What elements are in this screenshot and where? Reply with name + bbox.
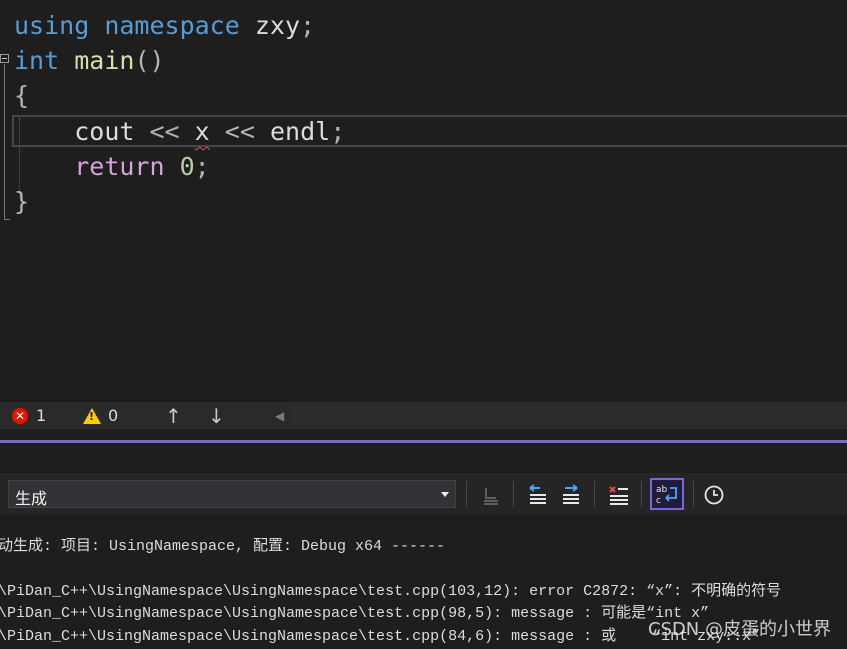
warning-indicator[interactable]: ! 0: [83, 402, 118, 429]
goto-error-icon: [484, 488, 498, 505]
keyword-return: return: [74, 152, 165, 181]
keyword-namespace: namespace: [104, 11, 240, 40]
toolbar-separator: [513, 481, 514, 507]
output-line[interactable]: \PiDan_C++\UsingNamespace\UsingNamespace…: [0, 627, 760, 647]
error-indicator[interactable]: ✕ 1: [12, 402, 46, 429]
semicolon: ;: [194, 152, 210, 181]
semicolon: ;: [300, 11, 316, 40]
fold-guide: [4, 64, 5, 220]
output-pane-header: [0, 443, 847, 473]
clear-all-button[interactable]: [604, 480, 634, 510]
previous-issue-button[interactable]: ↑: [165, 402, 182, 429]
toolbar-separator: [594, 481, 595, 507]
operator-shift: <<: [149, 117, 180, 146]
function-main: main: [74, 46, 135, 75]
scroll-left-button[interactable]: ◀: [275, 402, 284, 429]
output-toolbar: 生成 ab c: [0, 473, 847, 515]
error-icon: ✕: [12, 407, 28, 424]
code-line-1[interactable]: using namespace zxy;: [14, 8, 315, 43]
output-text-area[interactable]: 动生成: 项目: UsingNamespace, 配置: Debug x64 -…: [0, 515, 847, 649]
toolbar-separator: [641, 481, 642, 507]
prev-message-icon: [529, 484, 546, 504]
identifier-endl: endl: [269, 117, 331, 146]
scroll-left-icon: ◀: [275, 408, 285, 423]
arrow-down-icon: ↓: [208, 403, 225, 428]
keyword-int: int: [14, 46, 60, 75]
output-line[interactable]: \PiDan_C++\UsingNamespace\UsingNamespace…: [0, 582, 781, 602]
fold-guide-end: [4, 219, 10, 220]
code-editor[interactable]: using namespace zxy; int main() { cout <…: [0, 0, 847, 402]
clear-all-icon: [609, 486, 628, 505]
code-line-4[interactable]: cout << x << endl;: [14, 114, 345, 149]
previous-message-button[interactable]: [523, 480, 553, 510]
identifier-cout: cout: [74, 117, 135, 146]
toolbar-separator: [466, 481, 467, 507]
code-line-5[interactable]: return 0;: [14, 149, 210, 184]
output-source-select[interactable]: 生成: [8, 480, 456, 508]
goto-error-button[interactable]: [476, 480, 506, 510]
code-line-3[interactable]: {: [14, 78, 29, 113]
operator-shift: <<: [224, 117, 255, 146]
namespace-name: zxy: [254, 11, 301, 40]
output-line: 动生成: 项目: UsingNamespace, 配置: Debug x64 -…: [0, 538, 446, 555]
brace-close: }: [14, 187, 30, 216]
horizontal-scrollbar[interactable]: [290, 407, 847, 424]
editor-status-bar: ✕ 1 ! 0 ↑ ↓ ◀: [0, 402, 847, 429]
semicolon: ;: [330, 117, 346, 146]
number-literal: 0: [179, 152, 195, 181]
next-message-icon: [563, 484, 579, 504]
word-wrap-icon: ab c: [656, 485, 677, 506]
warning-icon: !: [83, 407, 101, 424]
word-wrap-toggle[interactable]: ab c: [650, 478, 684, 510]
pane-splitter[interactable]: [0, 429, 847, 440]
error-count: 1: [36, 406, 47, 425]
toolbar-separator: [693, 481, 694, 507]
arrow-up-icon: ↑: [165, 403, 182, 428]
brace-open: {: [14, 81, 30, 110]
code-line-2[interactable]: int main(): [14, 43, 165, 78]
output-source-value: 生成: [15, 489, 48, 508]
next-message-button[interactable]: [556, 480, 586, 510]
warning-count: 0: [108, 406, 119, 425]
keyword-using: using: [14, 11, 90, 40]
parentheses: (): [134, 46, 165, 75]
identifier-x-error[interactable]: x: [195, 117, 210, 146]
svg-text:c: c: [656, 496, 661, 506]
history-button[interactable]: [699, 480, 729, 510]
output-line[interactable]: \PiDan_C++\UsingNamespace\UsingNamespace…: [0, 604, 709, 624]
svg-text:ab: ab: [656, 485, 668, 495]
next-issue-button[interactable]: ↓: [208, 402, 225, 429]
history-icon: [704, 485, 724, 505]
watermark: CSDN @皮蛋的小世界: [647, 619, 831, 640]
chevron-down-icon: [441, 492, 449, 497]
code-line-6[interactable]: }: [14, 184, 29, 219]
collapse-toggle-icon[interactable]: [0, 54, 9, 63]
